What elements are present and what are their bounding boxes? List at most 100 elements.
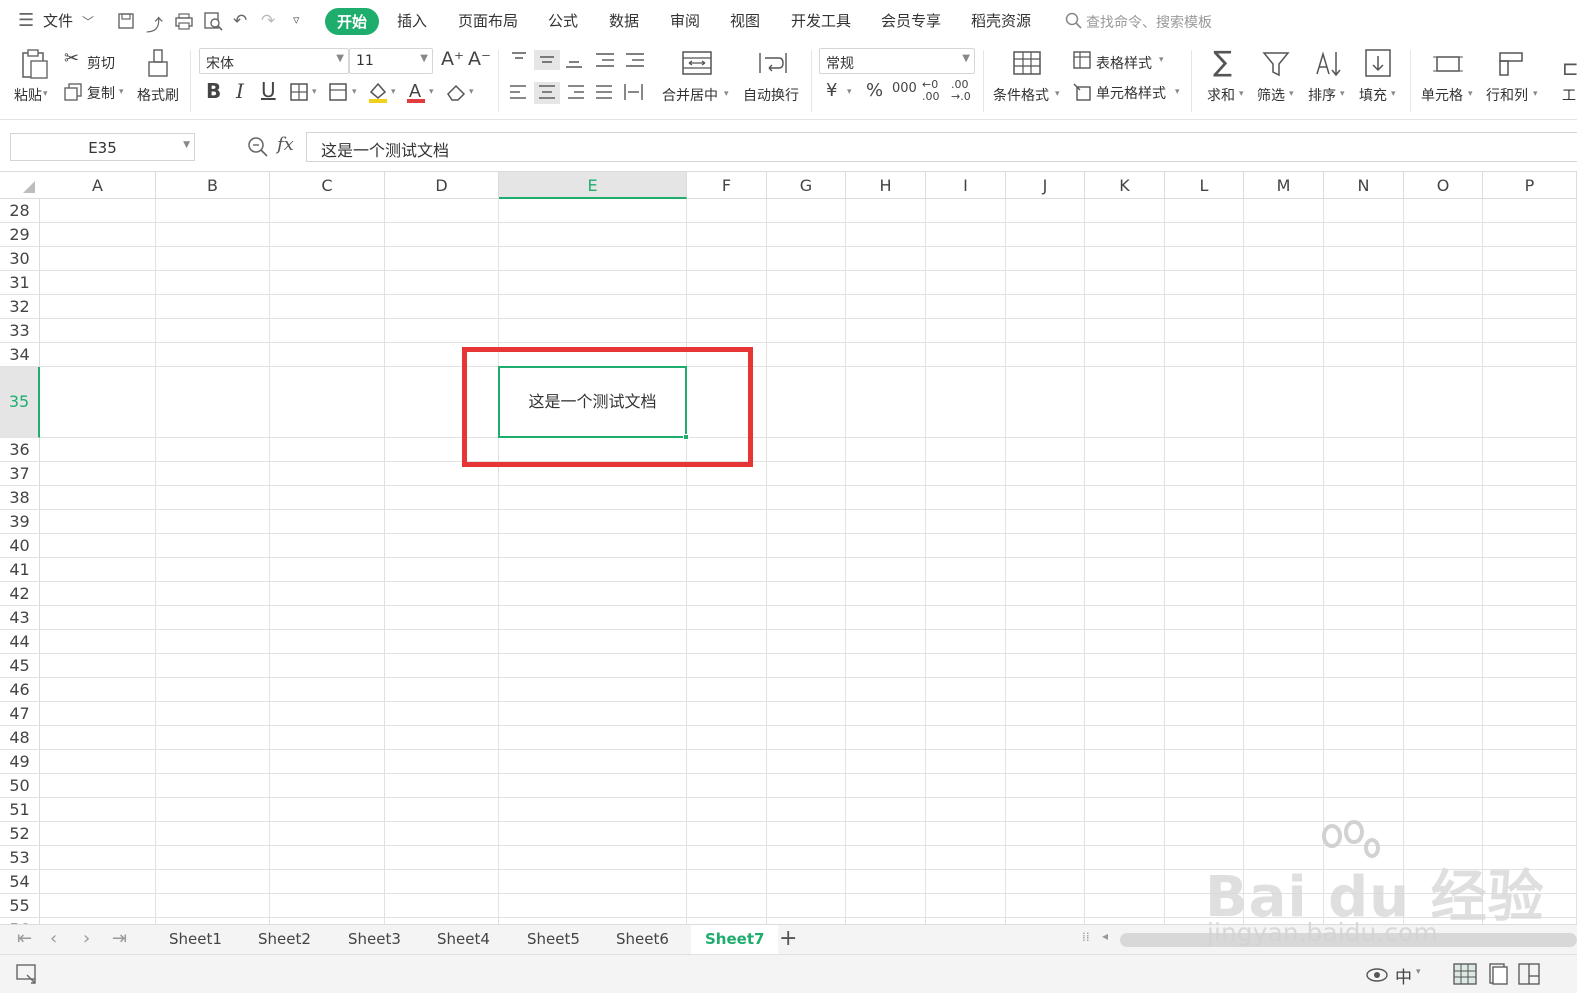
- splitter-handle-icon[interactable]: ⁞⁞: [1082, 930, 1090, 944]
- row-header-36[interactable]: 36: [0, 438, 40, 462]
- sheet-tab-sheet3[interactable]: Sheet3: [348, 930, 401, 948]
- sheet-tab-sheet4[interactable]: Sheet4: [437, 930, 490, 948]
- worksheet-icon[interactable]: ⊏: [1562, 56, 1577, 80]
- filter-button[interactable]: 筛选: [1257, 85, 1285, 105]
- column-header-d[interactable]: D: [385, 172, 499, 199]
- bold-icon[interactable]: B: [206, 81, 221, 101]
- row-header-29[interactable]: 29: [0, 223, 40, 247]
- row-header-33[interactable]: 33: [0, 319, 40, 343]
- cut-icon[interactable]: ✂: [64, 50, 79, 68]
- row-header-48[interactable]: 48: [0, 726, 40, 750]
- tab-review[interactable]: 审阅: [670, 10, 700, 31]
- sheet-tab-sheet5[interactable]: Sheet5: [527, 930, 580, 948]
- column-header-j[interactable]: J: [1006, 172, 1085, 199]
- sum-button[interactable]: 求和: [1207, 85, 1235, 105]
- row-header-30[interactable]: 30: [0, 247, 40, 271]
- font-size-select[interactable]: 11 ▼: [349, 48, 433, 74]
- distributed-align-icon[interactable]: [624, 84, 643, 100]
- increase-decimal-icon[interactable]: ←0.00: [922, 79, 940, 103]
- row-header-34[interactable]: 34: [0, 343, 40, 367]
- column-header-k[interactable]: K: [1085, 172, 1165, 199]
- column-header-i[interactable]: I: [926, 172, 1006, 199]
- name-box[interactable]: E35 ▼: [10, 133, 195, 161]
- row-header-54[interactable]: 54: [0, 870, 40, 894]
- print-icon[interactable]: [174, 12, 194, 30]
- column-header-m[interactable]: M: [1244, 172, 1324, 199]
- align-right-icon[interactable]: [568, 85, 584, 99]
- currency-icon[interactable]: ¥: [826, 82, 837, 100]
- fill-color-icon[interactable]: [367, 80, 389, 104]
- row-header-52[interactable]: 52: [0, 822, 40, 846]
- export-icon[interactable]: ⤴: [146, 11, 163, 36]
- row-column-dropdown-arrow[interactable]: ▾: [1533, 89, 1538, 99]
- row-header-44[interactable]: 44: [0, 630, 40, 654]
- cell-dropdown-arrow[interactable]: ▾: [1468, 89, 1473, 99]
- column-header-l[interactable]: L: [1165, 172, 1244, 199]
- format-painter-button[interactable]: 格式刷: [137, 85, 179, 105]
- sort-button[interactable]: 排序: [1308, 85, 1336, 105]
- next-sheet-icon[interactable]: ›: [83, 928, 90, 949]
- row-header-31[interactable]: 31: [0, 271, 40, 295]
- row-header-32[interactable]: 32: [0, 295, 40, 319]
- paste-icon[interactable]: [18, 48, 50, 80]
- column-header-p[interactable]: P: [1483, 172, 1577, 199]
- row-header-51[interactable]: 51: [0, 798, 40, 822]
- decrease-indent-icon[interactable]: [596, 53, 614, 67]
- conditional-format-icon[interactable]: [1012, 50, 1042, 76]
- underline-icon[interactable]: U: [261, 80, 276, 100]
- cell-style-dropdown-arrow[interactable]: ▾: [1175, 87, 1180, 97]
- insert-function-icon[interactable]: fx: [277, 134, 294, 155]
- select-all-corner[interactable]: [0, 172, 41, 199]
- decrease-decimal-icon[interactable]: .00 →.0: [951, 79, 971, 103]
- print-preview-icon[interactable]: [203, 11, 223, 31]
- table-style-button[interactable]: 表格样式: [1096, 53, 1152, 73]
- row-header-49[interactable]: 49: [0, 750, 40, 774]
- undo-icon[interactable]: ↶: [233, 11, 247, 31]
- command-search-input[interactable]: 查找命令、搜索模板: [1086, 12, 1212, 32]
- macro-record-icon[interactable]: [15, 963, 39, 985]
- cell-format-dropdown-arrow[interactable]: ▾: [352, 87, 357, 97]
- column-header-n[interactable]: N: [1324, 172, 1404, 199]
- tab-member[interactable]: 会员专享: [881, 10, 941, 31]
- zoom-formula-icon[interactable]: [247, 136, 269, 158]
- row-column-button[interactable]: 行和列: [1486, 85, 1528, 105]
- prev-sheet-icon[interactable]: ‹: [50, 928, 57, 949]
- tab-home[interactable]: 开始: [325, 8, 380, 35]
- table-style-icon[interactable]: [1072, 50, 1092, 70]
- file-menu[interactable]: 文件: [43, 10, 73, 31]
- column-header-c[interactable]: C: [270, 172, 385, 199]
- cell-style-button[interactable]: 单元格样式: [1096, 83, 1166, 103]
- input-method-icon[interactable]: 中: [1395, 963, 1412, 988]
- sort-icon[interactable]: [1313, 48, 1343, 78]
- borders-icon[interactable]: [289, 82, 309, 102]
- row-header-37[interactable]: 37: [0, 462, 40, 486]
- number-format-select[interactable]: 常规 ▼: [819, 48, 975, 74]
- row-header-28[interactable]: 28: [0, 199, 40, 223]
- cell-icon[interactable]: [1432, 52, 1464, 76]
- filter-icon[interactable]: [1262, 50, 1290, 78]
- column-header-h[interactable]: H: [846, 172, 926, 199]
- wrap-text-button[interactable]: 自动换行: [743, 85, 799, 105]
- tab-docer-resources[interactable]: 稻壳资源: [971, 10, 1031, 31]
- column-header-f[interactable]: F: [687, 172, 767, 199]
- decrease-font-size-icon[interactable]: A⁻: [468, 50, 491, 69]
- thousands-separator-icon[interactable]: 000: [892, 82, 917, 95]
- tab-view[interactable]: 视图: [730, 10, 760, 31]
- chevron-down-icon[interactable]: ▼: [183, 140, 190, 150]
- spreadsheet-grid[interactable]: ABCDEFGHIJKLMNOP 28 29 30 31 32 33 34 35 36 37 38 3…: [0, 172, 1577, 924]
- copy-button[interactable]: 复制: [87, 83, 115, 103]
- formula-input[interactable]: 这是一个测试文档: [306, 132, 1577, 162]
- customize-toolbar-icon[interactable]: ▿: [293, 13, 300, 28]
- row-column-icon[interactable]: [1497, 50, 1527, 76]
- column-header-b[interactable]: B: [156, 172, 270, 199]
- row-header-50[interactable]: 50: [0, 774, 40, 798]
- increase-indent-icon[interactable]: [624, 50, 646, 70]
- redo-icon[interactable]: ↷: [261, 11, 275, 31]
- scroll-left-icon[interactable]: ◂: [1102, 929, 1108, 943]
- paste-button[interactable]: 粘贴: [14, 85, 42, 105]
- justify-icon[interactable]: [596, 85, 612, 99]
- tab-page-layout[interactable]: 页面布局: [458, 10, 518, 31]
- merge-center-button[interactable]: 合并居中: [662, 85, 718, 105]
- conditional-format-dropdown-arrow[interactable]: ▾: [1055, 89, 1060, 99]
- row-header-39[interactable]: 39: [0, 510, 40, 534]
